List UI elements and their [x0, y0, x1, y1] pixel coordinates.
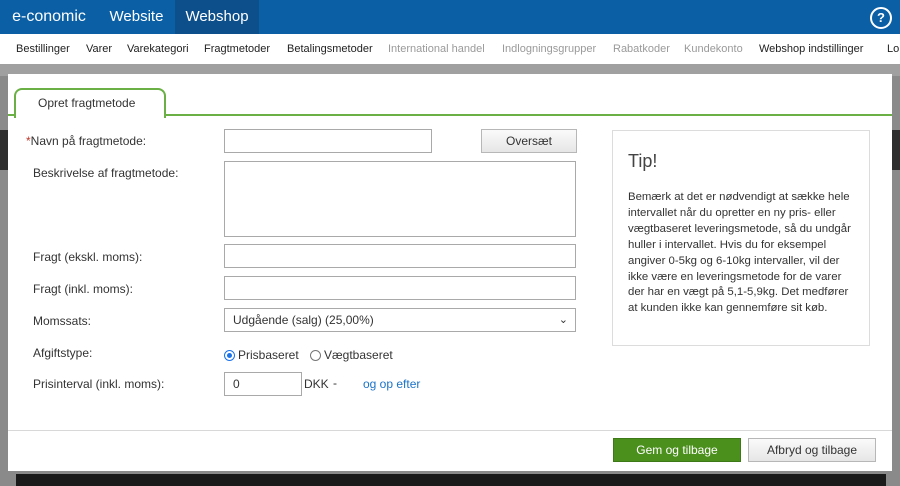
- radio-label: Vægtbaseret: [324, 348, 393, 362]
- tip-title: Tip!: [628, 151, 658, 171]
- subnav-item-lo[interactable]: Lo: [887, 34, 899, 64]
- and-up-link[interactable]: og op efter: [363, 377, 420, 391]
- radio-label: Prisbaseret: [238, 348, 299, 362]
- subnav-item-fragtmetoder[interactable]: Fragtmetoder: [204, 34, 270, 64]
- vat-select[interactable]: Udgående (salg) (25,00%) ⌄: [224, 308, 576, 332]
- description-label: Beskrivelse af fragtmetode:: [33, 166, 179, 180]
- subnav-item-bestillinger[interactable]: Bestillinger: [16, 34, 70, 64]
- subnav-item-international-handel[interactable]: International handel: [388, 34, 485, 64]
- background-overlay: [892, 130, 900, 170]
- freight-incl-input[interactable]: [224, 276, 576, 300]
- vat-selected-value: Udgående (salg) (25,00%): [233, 313, 374, 327]
- currency-label: DKK: [304, 377, 329, 391]
- tab-opret-fragtmetode[interactable]: Opret fragtmetode: [14, 88, 166, 118]
- tab-website[interactable]: Website: [98, 0, 175, 34]
- price-interval-from-input[interactable]: 0: [224, 372, 302, 396]
- cancel-and-back-button[interactable]: Afbryd og tilbage: [748, 438, 876, 462]
- top-navigation-bar: e-conomic Website Webshop ?: [0, 0, 900, 34]
- tab-webshop[interactable]: Webshop: [175, 0, 259, 34]
- tab-label: Opret fragtmetode: [38, 96, 136, 110]
- dialog-footer: Gem og tilbage Afbryd og tilbage: [8, 430, 892, 471]
- subnav-item-webshop-indstillinger[interactable]: Webshop indstillinger: [759, 34, 863, 64]
- radio-selected-icon[interactable]: [224, 350, 235, 361]
- charge-type-label: Afgiftstype:: [33, 346, 93, 360]
- brand-logo[interactable]: e-conomic: [0, 0, 98, 34]
- description-textarea[interactable]: [224, 161, 576, 237]
- dialog-tab-bar: Opret fragtmetode: [8, 74, 892, 118]
- translate-button[interactable]: Oversæt: [481, 129, 577, 153]
- webshop-subnav: Bestillinger Varer Varekategori Fragtmet…: [0, 34, 900, 64]
- subnav-item-rabatkoder[interactable]: Rabatkoder: [613, 34, 670, 64]
- vat-label: Momssats:: [33, 314, 92, 328]
- background-overlay: [16, 474, 886, 486]
- name-label: *Navn på fragtmetode:: [26, 134, 147, 148]
- tip-body: Bemærk at det er nødvendigt at sække hel…: [628, 191, 851, 315]
- create-shipping-method-dialog: Opret fragtmetode *Navn på fragtmetode: …: [8, 74, 892, 471]
- freight-excl-input[interactable]: [224, 244, 576, 268]
- freight-incl-label: Fragt (inkl. moms):: [33, 282, 134, 296]
- chevron-down-icon: ⌄: [558, 314, 568, 326]
- price-interval-label: Prisinterval (inkl. moms):: [33, 377, 165, 391]
- help-icon[interactable]: ?: [870, 7, 892, 29]
- subnav-item-varekategori[interactable]: Varekategori: [127, 34, 189, 64]
- save-and-back-button[interactable]: Gem og tilbage: [613, 438, 741, 462]
- interval-dash: -: [333, 376, 337, 390]
- subnav-item-indlogningsgrupper[interactable]: Indlogningsgrupper: [502, 34, 596, 64]
- subnav-item-varer[interactable]: Varer: [86, 34, 112, 64]
- tip-panel: Tip! Bemærk at det er nødvendigt at sækk…: [612, 130, 870, 346]
- subnav-item-kundekonto[interactable]: Kundekonto: [684, 34, 743, 64]
- radio-unselected-icon[interactable]: [310, 350, 321, 361]
- subnav-item-betalingsmetoder[interactable]: Betalingsmetoder: [287, 34, 373, 64]
- name-input[interactable]: [224, 129, 432, 153]
- freight-excl-label: Fragt (ekskl. moms):: [33, 250, 143, 264]
